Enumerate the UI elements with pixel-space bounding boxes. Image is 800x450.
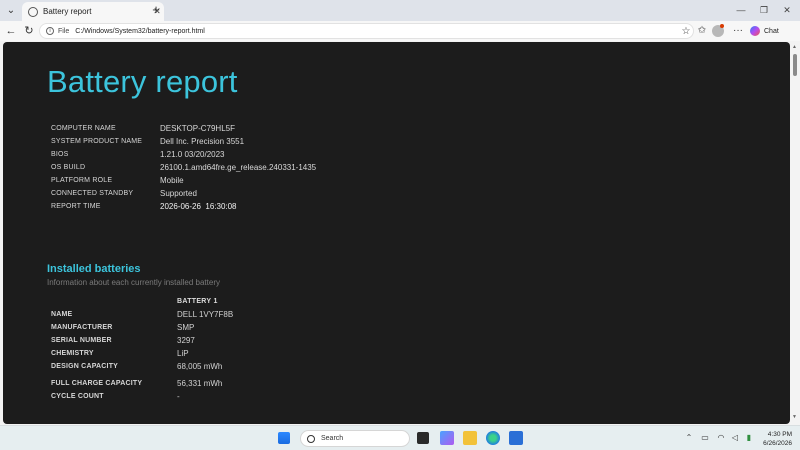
browser-titlebar: ⌄ Battery report ✕ + — ❐ ✕ (0, 0, 800, 21)
battery-report: Battery report COMPUTER NAME DESKTOP-C79H… (3, 42, 790, 424)
table-row: COMPUTER NAME DESKTOP-C79HL5F (51, 122, 316, 135)
page-viewport: Battery report COMPUTER NAME DESKTOP-C79H… (0, 41, 800, 425)
table-row: MANUFACTURER SMP (51, 321, 233, 334)
taskbar: Search ⌃ ▭ ◠ ◁ ▮ 4:30 PM 6/26/2026 (0, 425, 800, 450)
clock-date: 6/26/2026 (763, 440, 792, 447)
row-label: SYSTEM PRODUCT NAME (51, 138, 143, 145)
volume-icon[interactable]: ◁ (730, 433, 740, 443)
edge-icon[interactable] (486, 431, 500, 445)
row-value: Dell Inc. Precision 3551 (160, 137, 245, 146)
search-label: Search (321, 435, 344, 442)
taskbar-clock[interactable]: 4:30 PM 6/26/2026 (758, 430, 792, 448)
task-view-icon[interactable] (417, 432, 429, 444)
scroll-thumb[interactable] (793, 54, 797, 76)
row-label: BIOS (51, 151, 69, 158)
row-label: PLATFORM ROLE (51, 177, 113, 184)
row-value: 68,005 mWh (177, 362, 223, 371)
row-value: Mobile (160, 176, 184, 185)
row-value: DESKTOP-C79HL5F (160, 124, 235, 133)
battery-icon[interactable]: ▮ (744, 433, 754, 443)
table-row: BIOS 1.21.0 03/20/2023 (51, 148, 316, 161)
info-icon[interactable]: i (46, 27, 54, 35)
chat-button[interactable]: Chat (750, 24, 779, 38)
row-value: DELL 1VY7F8B (177, 310, 234, 319)
more-menu-icon[interactable]: ··· (731, 24, 745, 38)
back-button[interactable]: ← (4, 24, 18, 38)
search-icon (307, 434, 315, 443)
wifi-icon[interactable]: ◠ (716, 433, 726, 443)
row-label: CYCLE COUNT (51, 393, 104, 400)
new-tab-button[interactable]: + (149, 3, 163, 17)
row-value: LiP (177, 349, 189, 358)
page-title: Battery report (47, 64, 238, 99)
table-row: FULL CHARGE CAPACITY 56,331 mWh (51, 377, 233, 390)
scroll-down-icon[interactable]: ▼ (792, 414, 797, 420)
row-label: CONNECTED STANDBY (51, 190, 134, 197)
store-icon[interactable] (509, 431, 523, 445)
favorites-icon[interactable]: ✩ (695, 24, 709, 38)
row-label: DESIGN CAPACITY (51, 363, 119, 370)
section-subtitle: Information about each currently install… (47, 278, 220, 287)
table-row: DESIGN CAPACITY 68,005 mWh (51, 360, 233, 373)
row-value: 26100.1.amd64fre.ge_release.240331-1435 (160, 163, 317, 172)
installed-batteries-table: NAME DELL 1VY7F8B MANUFACTURER SMP SERIAL … (51, 308, 233, 403)
table-row: PLATFORM ROLE Mobile (51, 174, 316, 187)
display-icon[interactable]: ▭ (700, 433, 710, 443)
table-row: OS BUILD 26100.1.amd64fre.ge_release.2403… (51, 161, 316, 174)
row-label: COMPUTER NAME (51, 125, 116, 132)
notification-dot (720, 24, 724, 28)
minimize-button[interactable]: — (734, 3, 748, 17)
row-label: NAME (51, 311, 73, 318)
row-value: 3297 (177, 336, 195, 345)
scroll-up-icon[interactable]: ▲ (792, 44, 797, 50)
table-row: REPORT TIME 2026-06-26 16:30:08 (51, 200, 316, 213)
table-row: CONNECTED STANDBY Supported (51, 187, 316, 200)
tab-actions-icon[interactable]: ⌄ (4, 3, 18, 17)
table-row: CHEMISTRY LiP (51, 347, 233, 360)
copilot-app-icon[interactable] (440, 431, 454, 445)
table-row: NAME DELL 1VY7F8B (51, 308, 233, 321)
row-label: OS BUILD (51, 164, 86, 171)
table-row: SYSTEM PRODUCT NAME Dell Inc. Precision 3… (51, 135, 316, 148)
section-title: Installed batteries (47, 263, 141, 275)
refresh-button[interactable]: ↻ (22, 24, 36, 38)
row-label: MANUFACTURER (51, 324, 113, 331)
url-scheme: File (58, 27, 70, 35)
chat-label: Chat (764, 27, 779, 35)
url-text[interactable]: C:/Windows/System32/battery-report.html (75, 28, 679, 35)
row-label: REPORT TIME (51, 203, 101, 210)
row-value: 1.21.0 03/20/2023 (160, 150, 225, 159)
copilot-icon (750, 26, 760, 36)
browser-toolbar: ← ↻ i File C:/Windows/System32/battery-r… (0, 21, 800, 41)
row-label: FULL CHARGE CAPACITY (51, 380, 143, 387)
table-row: CYCLE COUNT - (51, 390, 233, 403)
address-bar[interactable]: i File C:/Windows/System32/battery-repor… (39, 23, 694, 39)
chevron-up-icon[interactable]: ⌃ (684, 433, 694, 443)
row-value: 2026-06-26 16:30:08 (160, 202, 237, 211)
tab-battery-report[interactable]: Battery report ✕ (22, 2, 164, 21)
start-icon[interactable] (278, 432, 290, 444)
globe-icon (28, 6, 38, 17)
file-explorer-icon[interactable] (463, 431, 477, 445)
row-value: - (177, 392, 180, 401)
favorite-star-icon[interactable]: ☆ (679, 26, 693, 37)
battery-column-header: BATTERY 1 (177, 298, 218, 305)
page-scrollbar[interactable]: ▲ ▼ (791, 42, 799, 424)
clock-time: 4:30 PM (767, 431, 792, 438)
taskbar-search[interactable]: Search (300, 430, 410, 447)
row-label: SERIAL NUMBER (51, 337, 112, 344)
maximize-button[interactable]: ❐ (757, 3, 771, 17)
row-value: SMP (177, 323, 195, 332)
row-value: Supported (160, 189, 197, 198)
tab-title: Battery report (43, 7, 92, 16)
row-value: 56,331 mWh (177, 379, 223, 388)
table-row: SERIAL NUMBER 3297 (51, 334, 233, 347)
close-window-button[interactable]: ✕ (780, 3, 794, 17)
row-label: CHEMISTRY (51, 350, 94, 357)
system-info-table: COMPUTER NAME DESKTOP-C79HL5F SYSTEM PROD… (51, 122, 316, 213)
